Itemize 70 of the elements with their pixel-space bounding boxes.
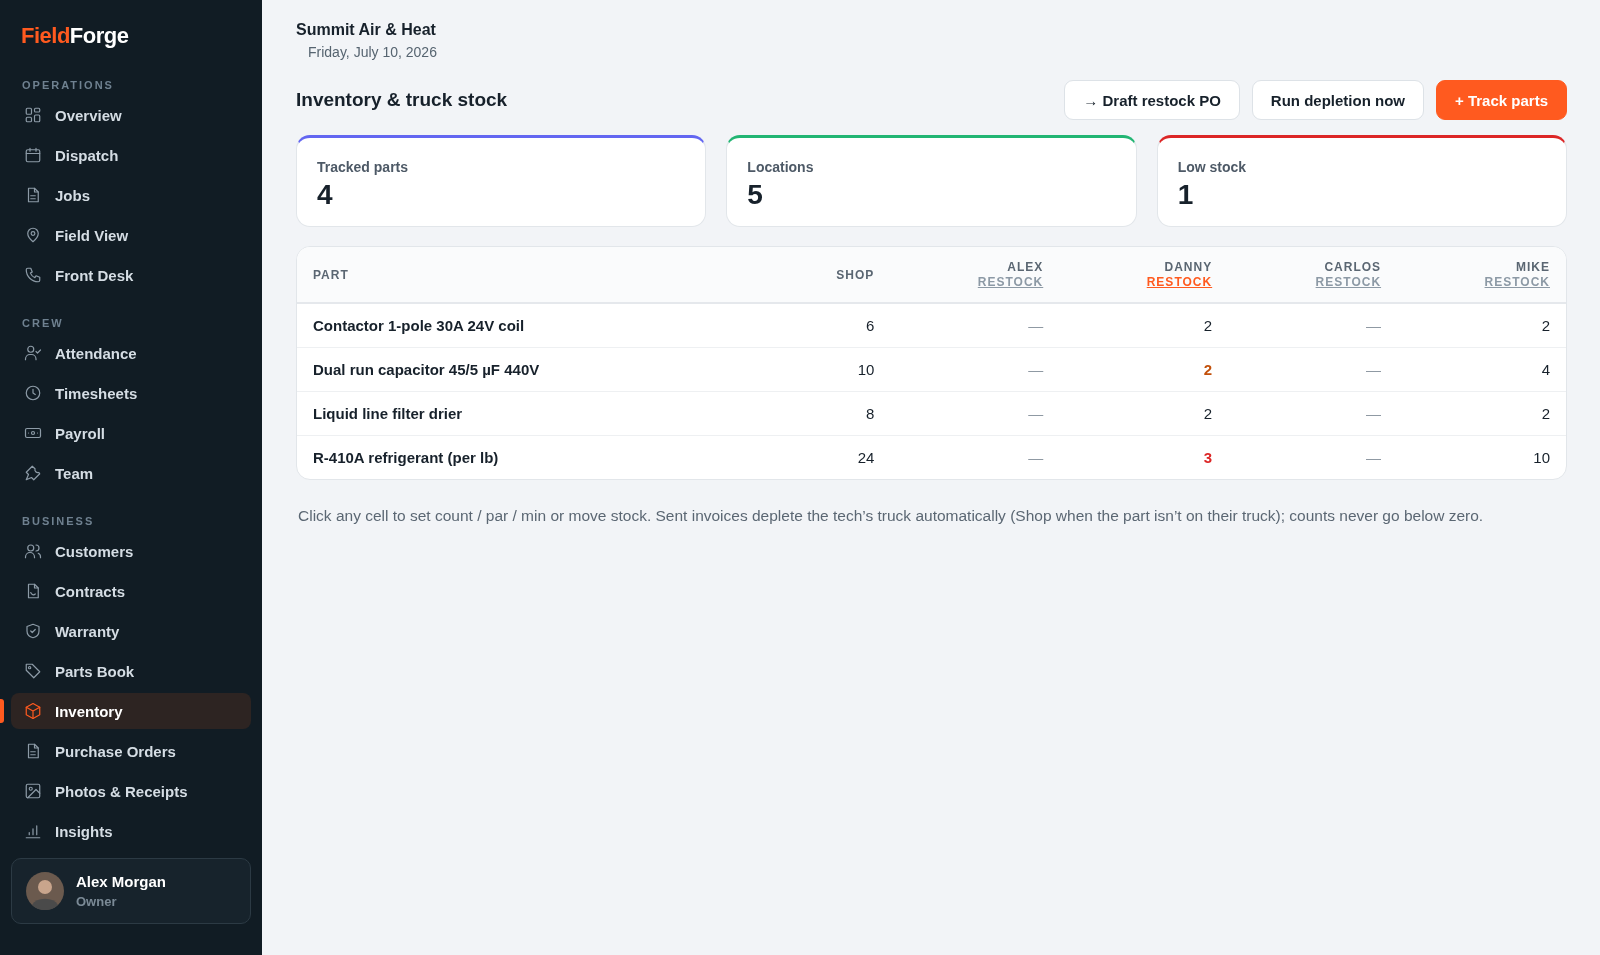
stock-count-cell[interactable]: 24: [769, 435, 891, 479]
stat-value: 4: [317, 179, 334, 211]
stock-count-cell[interactable]: 8: [769, 391, 891, 436]
shield-check-icon: [24, 622, 42, 640]
stat-value: 1: [1177, 179, 1195, 211]
sidebar-item[interactable]: Team: [11, 455, 251, 491]
grid-icon: [24, 106, 42, 124]
column-header: PART: [297, 247, 769, 303]
bar-chart-icon: [24, 822, 42, 840]
avatar-icon: [26, 872, 64, 910]
clock-icon: [24, 384, 42, 402]
stock-count-cell[interactable]: 2: [1059, 303, 1229, 348]
sidebar-item[interactable]: Dispatch: [11, 137, 251, 173]
stat-label: Locations: [747, 159, 815, 175]
sidebar-item[interactable]: Timesheets: [11, 375, 251, 411]
column-header: CARLOS: [1323, 260, 1382, 274]
image-icon: [24, 782, 42, 800]
part-name-cell[interactable]: Dual run capacitor 45/5 µF 440V: [297, 347, 769, 392]
part-name-cell[interactable]: Contactor 1-pole 30A 24V coil: [297, 303, 769, 348]
company-name: Summit Air & Heat: [296, 21, 437, 39]
part-name-cell[interactable]: R-410A refrigerant (per lb): [297, 435, 769, 479]
stock-count-cell[interactable]: 2: [1059, 347, 1229, 392]
column-header: DANNY: [1163, 260, 1213, 274]
users-icon: [24, 542, 42, 560]
tag-icon: [24, 662, 42, 680]
phone-icon: [24, 266, 42, 284]
sidebar-item[interactable]: Field View: [11, 217, 251, 253]
app-logo: FieldForge: [21, 23, 129, 49]
sidebar-item[interactable]: Contracts: [11, 573, 251, 609]
map-pin-icon: [24, 226, 42, 244]
sidebar-item[interactable]: Insights: [11, 813, 251, 849]
stock-count-cell[interactable]: 10: [769, 347, 891, 392]
column-header: ALEX: [1006, 260, 1044, 274]
stat-label: Tracked parts: [317, 159, 410, 175]
stock-count-cell[interactable]: 3: [1059, 435, 1229, 479]
column-header: SHOP: [769, 247, 891, 303]
sidebar-item[interactable]: Overview: [11, 97, 251, 133]
section-label: OPERATIONS: [22, 79, 114, 91]
page-title: Inventory & truck stock: [296, 89, 508, 111]
user-card[interactable]: Alex Morgan Owner: [11, 858, 251, 924]
stock-count-cell[interactable]: 4: [1397, 347, 1566, 392]
sidebar-item[interactable]: Payroll: [11, 415, 251, 451]
user-check-icon: [24, 344, 42, 362]
calendar-icon: [24, 146, 42, 164]
section-label: BUSINESS: [22, 515, 95, 527]
user-role: Owner: [76, 894, 118, 909]
stat-value: 5: [747, 179, 764, 211]
sidebar-item[interactable]: Attendance: [11, 335, 251, 371]
user-name: Alex Morgan: [76, 873, 166, 890]
sidebar-item[interactable]: Front Desk: [11, 257, 251, 293]
action-button[interactable]: → Draft restock PO: [1064, 80, 1240, 120]
part-name-cell[interactable]: Liquid line filter drier: [297, 391, 769, 436]
sidebar-item[interactable]: Warranty: [11, 613, 251, 649]
column-header: MIKE: [1515, 260, 1550, 274]
sidebar-item[interactable]: Purchase Orders: [11, 733, 251, 769]
stock-count-cell[interactable]: 2: [1397, 391, 1566, 436]
stock-count-cell[interactable]: 2: [1397, 303, 1566, 348]
sidebar-item[interactable]: Parts Book: [11, 653, 251, 689]
section-label: CREW: [22, 317, 64, 329]
current-date: Friday, July 10, 2026: [308, 44, 438, 60]
sidebar-item[interactable]: Customers: [11, 533, 251, 569]
stock-count-cell[interactable]: 6: [769, 303, 891, 348]
sidebar-item[interactable]: Photos & Receipts: [11, 773, 251, 809]
box-icon: [24, 702, 42, 720]
action-button[interactable]: Run depletion now: [1251, 80, 1424, 120]
stat-label: Low stock: [1177, 159, 1248, 175]
stock-count-cell[interactable]: 2: [1059, 391, 1229, 436]
sidebar-item[interactable]: Jobs: [11, 177, 251, 213]
help-text: Click any cell to set count / par / min or move stock. Sent invoices deplete the tech’s truck automatically (Shop when the part isn’t on their truck); counts never go below zero.: [298, 507, 1485, 525]
stock-count-cell[interactable]: 10: [1397, 435, 1566, 479]
